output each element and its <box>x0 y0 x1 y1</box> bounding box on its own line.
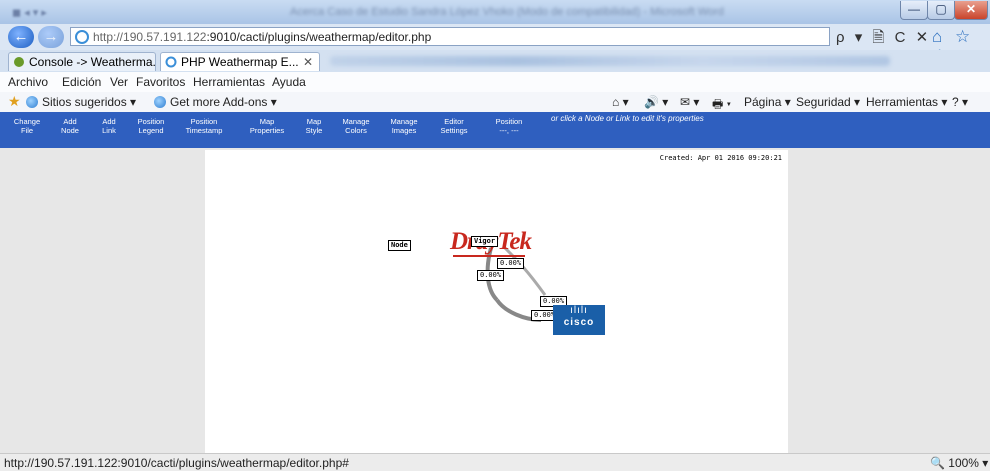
manage-images-button[interactable]: Manage Images <box>386 117 422 135</box>
position-timestamp-button[interactable]: Position Timestamp <box>180 117 228 135</box>
status-bar: http://190.57.191.122:9010/cacti/plugins… <box>0 453 990 471</box>
ie-icon <box>75 30 89 44</box>
tab-label: PHP Weathermap E... <box>181 55 299 69</box>
map-style-button[interactable]: Map Style <box>300 117 328 135</box>
url-host: http://190.57.191.122 <box>93 30 207 44</box>
addons-icon <box>154 96 166 108</box>
status-url: http://190.57.191.122:9010/cacti/plugins… <box>4 456 349 470</box>
add-node-button[interactable]: Add Node <box>58 117 82 135</box>
home-menu[interactable]: ⌂ ▾ <box>612 95 629 109</box>
feeds-menu[interactable]: 🔊 ▾ <box>644 95 668 109</box>
address-input[interactable]: http://190.57.191.122:9010/cacti/plugins… <box>70 27 830 46</box>
link-label-2[interactable]: 0.00% <box>477 270 505 281</box>
menu-herramientas[interactable]: Herramientas <box>193 75 265 89</box>
map-links[interactable] <box>205 150 788 453</box>
address-actions-icon[interactable]: ρ ▾ 🗎 C ✕ <box>836 27 931 52</box>
minimize-button[interactable]: — <box>900 1 928 20</box>
favorites-star-icon[interactable]: ★ <box>8 93 21 110</box>
security-menu[interactable]: Seguridad ▾ <box>796 95 860 109</box>
map-node-vigor[interactable]: Vigor <box>471 236 499 247</box>
draytek-logo-underline <box>453 255 525 257</box>
page-menu[interactable]: Página ▾ <box>744 95 791 109</box>
forward-button[interactable]: → <box>38 26 64 48</box>
map-node-node[interactable]: Node <box>388 240 411 251</box>
editor-settings-button[interactable]: Editor Settings <box>436 117 472 135</box>
menu-bar: Archivo Edición Ver Favoritos Herramient… <box>0 72 990 92</box>
cacti-icon <box>14 57 24 67</box>
favorites-bar: ★ Sitios sugeridos ▾ Get more Add-ons ▾ … <box>0 92 990 112</box>
quick-access-toolbar: ◼ ◂ ▾ ▸ <box>12 7 47 19</box>
menu-ver[interactable]: Ver <box>110 75 128 89</box>
back-button[interactable]: ← <box>8 26 34 48</box>
cisco-logo-icon: ılılı <box>570 305 588 316</box>
close-tab-icon[interactable]: ✕ <box>303 53 313 71</box>
tab-console[interactable]: Console -> Weatherma... <box>8 52 156 71</box>
map-properties-button[interactable]: Map Properties <box>243 117 291 135</box>
link-label-1[interactable]: 0.00% <box>497 258 525 269</box>
manage-colors-button[interactable]: Manage Colors <box>338 117 374 135</box>
zoom-control[interactable]: 🔍 100% ▾ <box>930 456 988 470</box>
change-file-button[interactable]: Change File <box>12 117 42 135</box>
position-readout: Position ---, --- <box>495 117 523 135</box>
menu-edicion[interactable]: Edición <box>62 75 101 89</box>
cisco-logo-text: cisco <box>563 317 595 328</box>
editor-hint-text: or click a Node or Link to edit it's pro… <box>551 114 704 123</box>
suggested-sites-icon <box>26 96 38 108</box>
url-path: :9010/cacti/plugins/weathermap/editor.ph… <box>206 30 432 44</box>
menu-ayuda[interactable]: Ayuda <box>272 75 306 89</box>
mail-menu[interactable]: ✉ ▾ <box>680 95 699 109</box>
window-title-bar: ◼ ◂ ▾ ▸ Acerca Caso de Estudio Sandra Ló… <box>0 0 990 24</box>
suggested-sites-link[interactable]: Sitios sugeridos ▾ <box>26 95 136 109</box>
menu-favoritos[interactable]: Favoritos <box>136 75 185 89</box>
close-window-button[interactable]: ✕ <box>954 1 988 20</box>
map-node-cisco[interactable]: ılılı cisco <box>553 305 605 335</box>
tab-bar: Console -> Weatherma... PHP Weathermap E… <box>0 50 990 72</box>
address-bar-row: ← → http://190.57.191.122:9010/cacti/plu… <box>0 24 990 66</box>
tab-weathermap-editor[interactable]: PHP Weathermap E... ✕ <box>160 52 320 71</box>
get-addons-link[interactable]: Get more Add-ons ▾ <box>154 95 277 109</box>
tools-menu[interactable]: Herramientas ▾ <box>866 95 947 109</box>
editor-content-area: Created: Apr 01 2016 09:20:21 Node DrayT… <box>0 148 990 453</box>
blurred-background-tabs <box>330 56 890 66</box>
add-link-button[interactable]: Add Link <box>97 117 121 135</box>
editor-toolbar: Change File Add Node Add Link Position Legen… <box>0 112 990 148</box>
window-title: Acerca Caso de Estudio Sandra López Vhok… <box>290 6 724 18</box>
help-menu[interactable]: ? ▾ <box>952 95 968 109</box>
tab-label: Console -> Weatherma... <box>29 55 156 69</box>
ie-icon <box>165 56 177 68</box>
menu-archivo[interactable]: Archivo <box>8 75 48 89</box>
map-canvas[interactable]: Created: Apr 01 2016 09:20:21 Node DrayT… <box>205 150 788 453</box>
maximize-button[interactable]: ▢ <box>927 1 955 20</box>
position-legend-button[interactable]: Position Legend <box>132 117 170 135</box>
